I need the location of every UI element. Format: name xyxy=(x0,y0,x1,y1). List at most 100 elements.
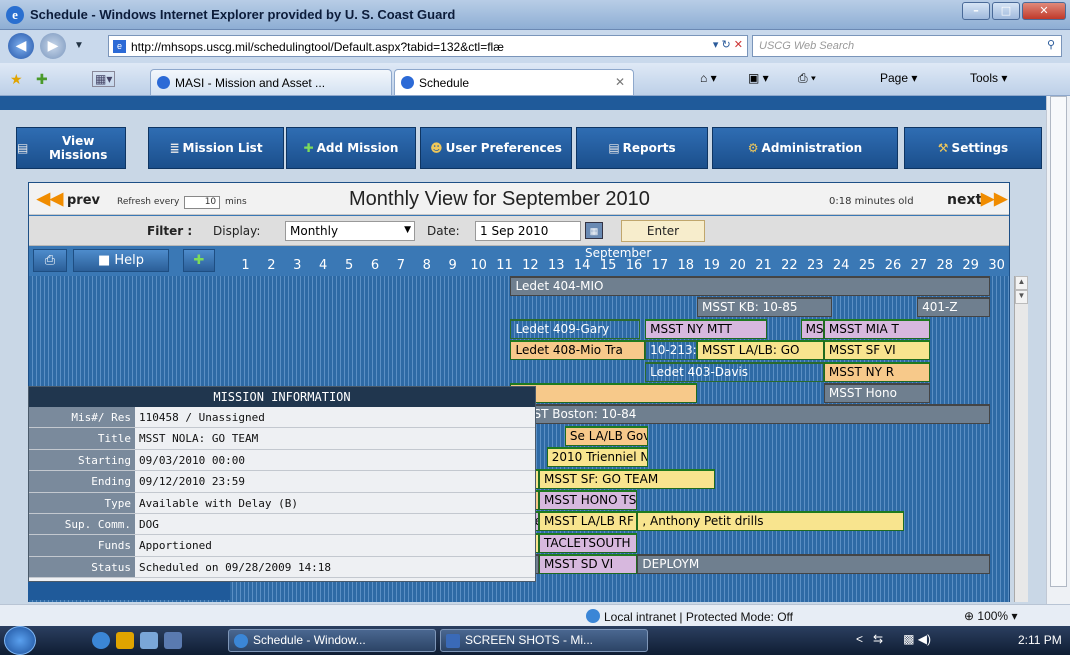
history-dropdown-icon[interactable]: ▼ xyxy=(74,40,84,51)
prev-link[interactable]: prev xyxy=(67,193,100,208)
mission-bar[interactable]: MSST Boston: 10-84 xyxy=(510,404,990,425)
mission-bar[interactable]: Ledet 403-Davis xyxy=(645,361,824,382)
scroll-up-icon[interactable]: ▲ xyxy=(1015,276,1028,290)
mission-bar[interactable]: Ledet 408-Mio Tra xyxy=(510,340,646,361)
mission-list-button[interactable]: ≣ Mission List xyxy=(148,127,284,169)
menu-label: User Preferences xyxy=(445,141,562,155)
mission-bar[interactable]: MSST NY R xyxy=(823,361,931,382)
web-search-input[interactable]: USCG Web Search ⚲ xyxy=(752,35,1062,57)
mission-bar[interactable]: Ledet 409-Gary xyxy=(510,318,640,339)
search-icon[interactable]: ⚲ xyxy=(1047,38,1055,51)
day-number: 12 xyxy=(522,258,539,273)
back-button[interactable]: ◀ xyxy=(8,33,34,59)
taskbar-item-screenshots[interactable]: SCREEN SHOTS - Mi... xyxy=(440,629,648,652)
add-mission-button[interactable]: ✚ Add Mission xyxy=(286,127,416,169)
next-arrow-icon[interactable]: ▶▶ xyxy=(981,189,1007,209)
address-bar[interactable]: e http://mhsops.uscg.mil/schedulingtool/… xyxy=(108,35,748,57)
mission-bar[interactable]: Ledet 404-MIO xyxy=(510,276,990,296)
mission-bar[interactable]: MSST SF VI xyxy=(823,340,931,361)
refresh-icon[interactable]: ↻ xyxy=(722,39,731,51)
tab-schedule[interactable]: Schedule ✕ xyxy=(394,69,634,95)
settings-button[interactable]: ⚒ Settings xyxy=(904,127,1042,169)
favorites-star-icon[interactable]: ★ xyxy=(10,71,23,88)
tab-masi[interactable]: MASI - Mission and Asset ... xyxy=(150,69,392,95)
data-age: 0:18 minutes old xyxy=(829,196,914,207)
grid-scrollbar[interactable]: ▲ ▼ xyxy=(1014,276,1028,602)
quick-tabs-icon[interactable]: ▦▾ xyxy=(92,71,116,87)
volume-icon[interactable]: ◀) xyxy=(918,632,931,646)
info-value: MSST NOLA: GO TEAM xyxy=(139,432,259,446)
user-preferences-button[interactable]: ☻ User Preferences xyxy=(420,127,572,169)
mission-bar[interactable]: TACLETSOUTH xyxy=(538,532,638,553)
display-value: Monthly xyxy=(290,224,339,238)
close-window-button[interactable]: ✕ xyxy=(1022,2,1066,20)
window-title-bar[interactable]: e Schedule - Windows Internet Explorer p… xyxy=(0,0,1070,30)
system-tray[interactable]: < ⇆ ▩ ◀) xyxy=(856,632,931,646)
day-number: 3 xyxy=(293,258,302,273)
mission-bar[interactable]: MSST LA/LB: GO xyxy=(696,340,824,361)
tab-row: ★ ✚ ▦▾ MASI - Mission and Asset ... Sche… xyxy=(0,63,1070,96)
mission-bar[interactable]: , Anthony Petit drills xyxy=(637,511,905,532)
print-icon[interactable]: ⎙ ▾ xyxy=(798,71,816,86)
calendar-picker-icon[interactable]: ▦ xyxy=(585,222,603,239)
mission-bar[interactable]: 10-213: M xyxy=(645,340,697,361)
minimize-button[interactable]: – xyxy=(962,2,990,20)
day-number: 29 xyxy=(962,258,979,273)
display-select[interactable]: Monthly ▼ xyxy=(285,221,415,241)
mission-bar[interactable]: 401-Z xyxy=(917,297,990,318)
clock[interactable]: 2:11 PM xyxy=(1018,633,1062,647)
feeds-icon[interactable]: ▣ ▾ xyxy=(748,71,769,85)
home-icon[interactable]: ⌂ ▾ xyxy=(700,71,717,85)
forward-button[interactable]: ▶ xyxy=(40,33,66,59)
mission-bar[interactable]: 2010 Trienniel N xyxy=(546,447,648,468)
help-button[interactable]: ■ Help xyxy=(73,249,169,272)
tray-app-icon[interactable]: ▩ xyxy=(903,632,914,646)
folder-quicklaunch-icon[interactable] xyxy=(116,632,134,649)
security-zone[interactable]: Local intranet | Protected Mode: Off xyxy=(586,609,793,624)
date-input[interactable]: 1 Sep 2010 xyxy=(475,221,581,241)
mission-bar[interactable]: MSST SD VI xyxy=(538,554,638,575)
scroll-down-icon[interactable]: ▼ xyxy=(1015,290,1028,304)
mission-bar[interactable]: MSST HONO TS xyxy=(538,490,638,510)
refresh-interval-input[interactable]: 10 xyxy=(184,196,221,209)
mission-bar[interactable]: MSST KB: 10-85 xyxy=(696,297,832,318)
mission-bar[interactable]: MSST SF: GO TEAM xyxy=(538,468,716,489)
mission-bar[interactable]: MSST NY MTT xyxy=(645,318,767,339)
reports-button[interactable]: ▤ Reports xyxy=(576,127,708,169)
address-dropdown-icon[interactable]: ▾ xyxy=(713,39,719,51)
next-link[interactable]: next xyxy=(947,192,982,208)
mission-bar[interactable]: am xyxy=(510,383,697,403)
mission-bar[interactable]: MSST Hono xyxy=(823,383,931,403)
page-scrollbar[interactable] xyxy=(1046,96,1070,604)
mission-bar[interactable]: MSST LA/LB RF xyxy=(538,511,638,532)
mission-bar[interactable]: MSST MIA T xyxy=(823,318,931,339)
ie-quicklaunch-icon[interactable] xyxy=(92,632,110,649)
enter-button[interactable]: Enter xyxy=(621,220,705,242)
administration-button[interactable]: ⚙ Administration xyxy=(712,127,898,169)
scroll-thumb[interactable] xyxy=(1050,96,1067,587)
zoom-level[interactable]: ⊕ 100% ▾ xyxy=(964,609,1017,623)
stop-icon[interactable]: ✕ xyxy=(734,39,743,51)
print-icon[interactable]: ⎙ xyxy=(33,249,67,272)
taskbar-item-schedule[interactable]: Schedule - Window... xyxy=(228,629,436,652)
close-tab-icon[interactable]: ✕ xyxy=(615,75,625,89)
tray-expand-icon[interactable]: < xyxy=(856,632,863,646)
show-desktop-icon[interactable] xyxy=(140,632,158,649)
network-icon[interactable]: ⇆ xyxy=(873,632,883,646)
add-favorites-icon[interactable]: ✚ xyxy=(36,71,48,88)
day-number: 2 xyxy=(267,258,276,273)
start-button[interactable] xyxy=(4,626,36,655)
day-number: 18 xyxy=(677,258,695,273)
prev-arrow-icon[interactable]: ◀◀ xyxy=(37,189,63,209)
mission-bar[interactable]: DEPLOYM xyxy=(637,554,990,575)
tools-menu[interactable]: Tools ▾ xyxy=(970,71,1007,85)
add-mission-icon[interactable]: ✚ xyxy=(183,249,215,272)
mission-bar[interactable]: MS xyxy=(800,318,824,339)
mission-bar[interactable]: Se LA/LB Govt I xyxy=(564,425,648,446)
settings-icon: ⚒ xyxy=(937,141,949,155)
switch-windows-icon[interactable] xyxy=(164,632,182,649)
page-menu[interactable]: Page ▾ xyxy=(880,71,917,85)
plus-icon: ✚ xyxy=(303,141,314,155)
view-missions-button[interactable]: ▤ View Missions xyxy=(16,127,126,169)
maximize-button[interactable]: □ xyxy=(992,2,1020,20)
